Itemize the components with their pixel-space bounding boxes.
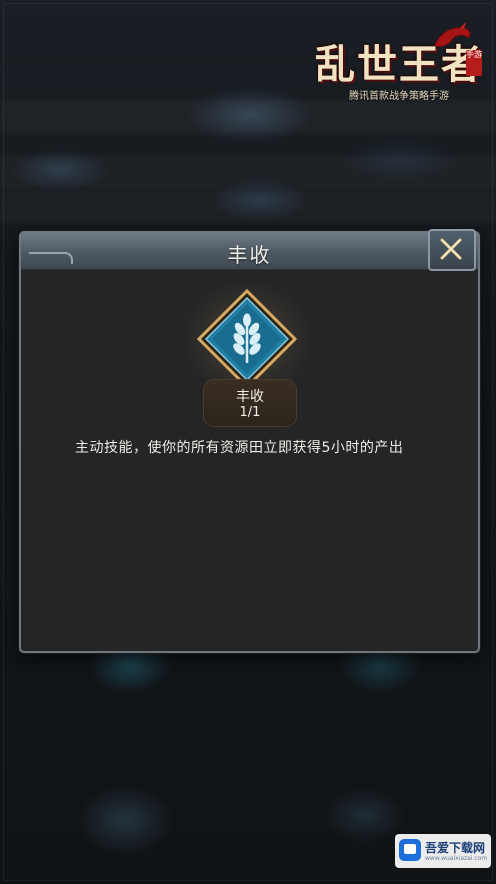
skill-description: 主动技能，使你的所有资源田立即获得5小时的产出 [75,440,404,456]
skill-name: 丰收 [236,389,264,405]
dialog-header: 丰收 [21,229,478,271]
game-logo: 乱世王者 手游 腾讯首款战争策略手游 [314,20,484,110]
wheat-skill-icon [197,289,297,389]
watermark: 吾爱下载网 www.wuaixiazai.com [395,834,491,868]
close-x-icon [440,238,462,260]
watermark-logo-icon [399,839,421,861]
dialog-title: 丰收 [227,243,272,267]
close-button[interactable] [428,229,476,271]
watermark-name: 吾爱下载网 [425,841,486,855]
skill-dialog: 丰收 丰收 1/1 主动技能，使你的所有资源田立即获得5小时的产出 [19,229,480,653]
skill-level: 1/1 [239,405,261,420]
logo-title: 乱世王者 [315,41,483,88]
watermark-url: www.wuaixiazai.com [425,855,488,862]
skill-name-plate: 丰收 1/1 [204,380,296,426]
logo-stamp: 手游 [466,50,482,76]
logo-subtitle: 腾讯首款战争策略手游 [349,91,449,102]
